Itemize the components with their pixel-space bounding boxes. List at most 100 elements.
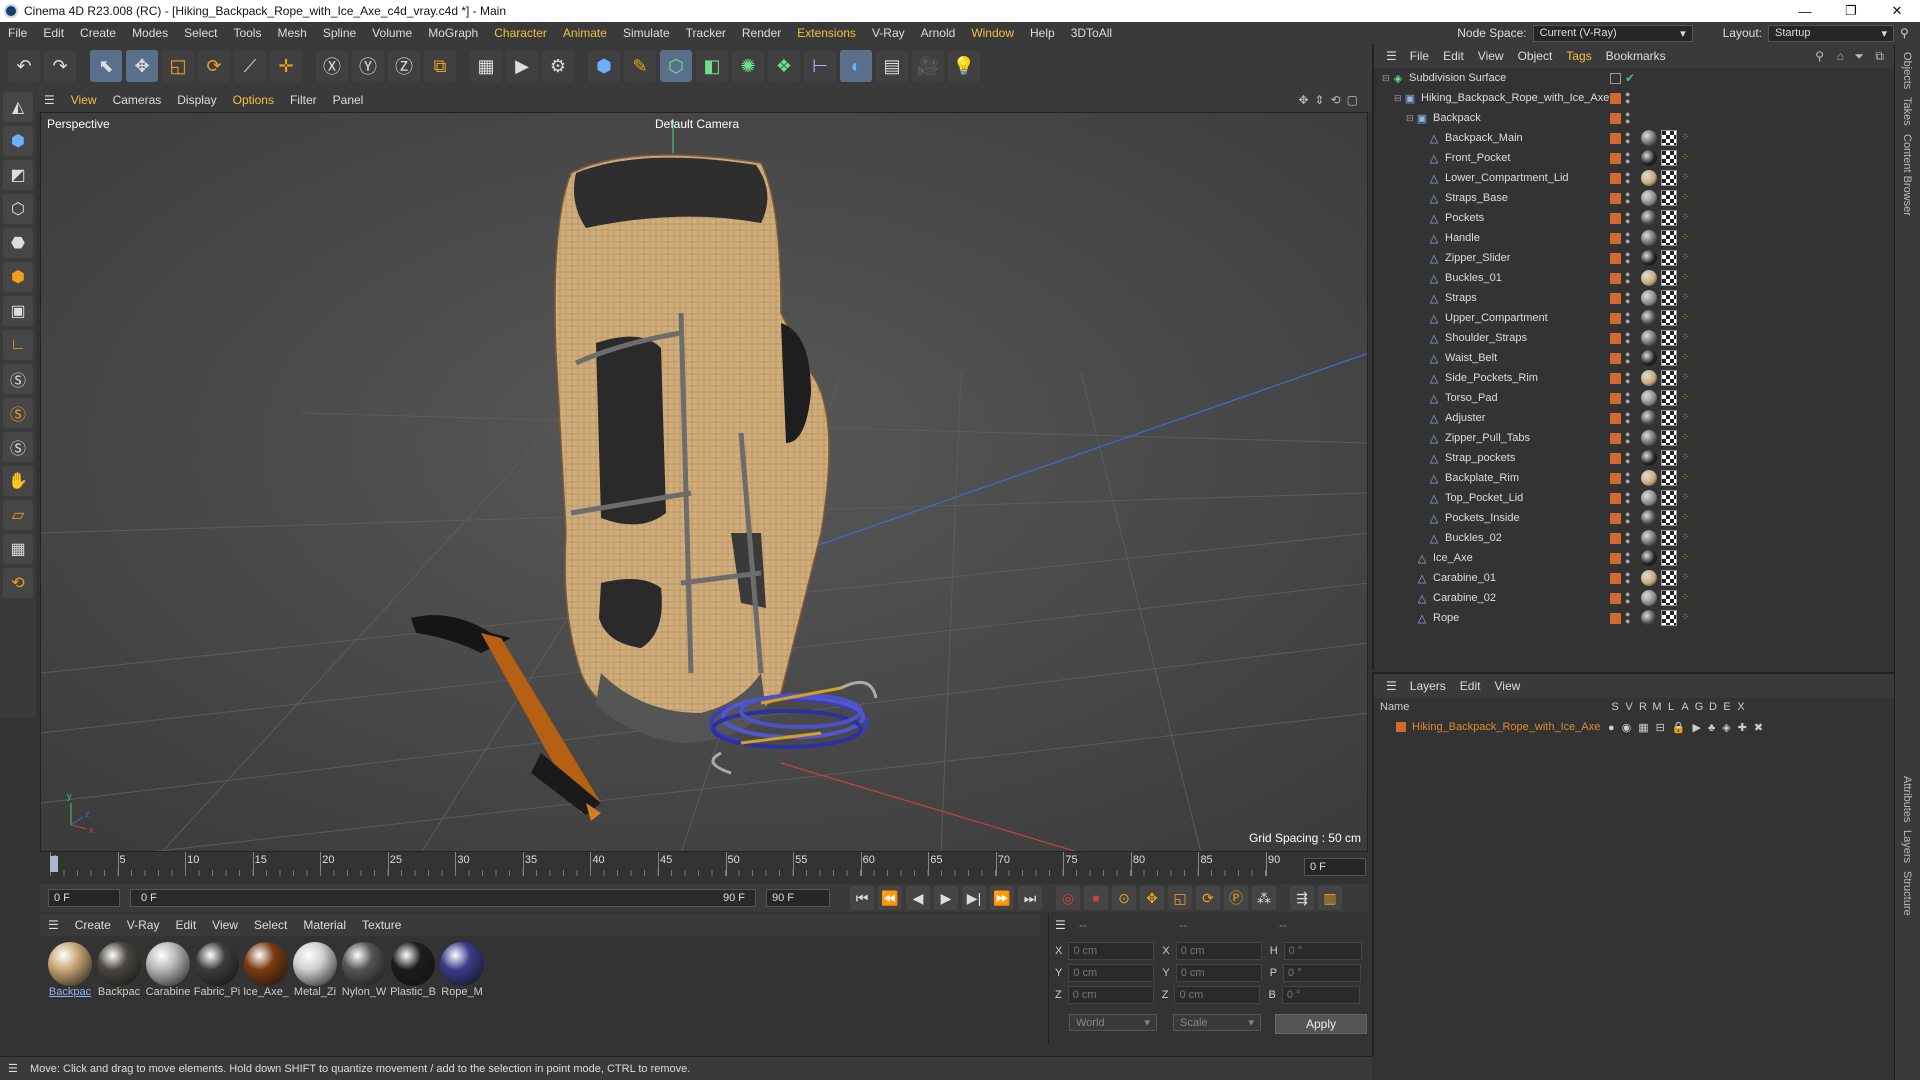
om-menu-view[interactable]: View [1471,49,1511,63]
texture-mode-icon[interactable]: ◩ [3,160,33,190]
material-swatch[interactable]: Fabric_Pi [193,942,241,1004]
material-swatch[interactable]: Backpac [95,942,143,1004]
layer-color-icon[interactable] [1610,492,1621,504]
object-name[interactable]: Shoulder_Straps [1445,332,1527,344]
close-button[interactable]: ✕ [1874,0,1920,22]
layer-color-icon[interactable] [1610,532,1621,544]
object-name[interactable]: Backpack_Main [1445,132,1523,144]
material-swatch[interactable]: Ice_Axe_ [242,942,290,1004]
object-row[interactable]: △ Strap_pockets ● ● ⁘ [1374,448,1894,468]
vray-tag-icon[interactable]: ⁘ [1681,472,1693,484]
vray-tag-icon[interactable]: ⁘ [1681,532,1693,544]
vray-tag-icon[interactable]: ⁘ [1681,592,1693,604]
om-search-icon[interactable]: ⚲ [1815,49,1824,63]
go-to-start-icon[interactable]: ⏮ [850,886,874,910]
viewport-navigation-icons[interactable]: ✥⇕⟲▢ [1298,93,1364,107]
vp-menu-panel[interactable]: Panel [325,93,372,107]
uvw-tag-icon[interactable] [1661,610,1677,626]
rotate-tool-icon[interactable]: ⟳ [198,50,230,82]
om-menu-tags[interactable]: Tags [1559,49,1598,63]
layer-color-icon[interactable] [1610,432,1621,444]
layer-flag-header[interactable]: M [1650,701,1664,713]
minimize-button[interactable]: — [1782,0,1828,22]
vray-tag-icon[interactable]: ⁘ [1681,552,1693,564]
side-tab[interactable]: Takes [1901,97,1913,126]
object-name[interactable]: Torso_Pad [1445,392,1498,404]
layer-flag-header[interactable]: G [1692,701,1706,713]
material-tag-icon[interactable] [1641,450,1657,466]
material-tag-icon[interactable] [1641,410,1657,426]
floor-icon[interactable]: ▤ [876,50,908,82]
cloner-icon[interactable]: ◧ [696,50,728,82]
material-tag-icon[interactable] [1641,310,1657,326]
play-icon[interactable]: ▶ [934,886,958,910]
hamburger-menu-icon[interactable]: ☰ [40,918,67,932]
menu-edit[interactable]: Edit [35,26,72,40]
mat-menu-vray[interactable]: V-Ray [119,918,168,932]
menu-tracker[interactable]: Tracker [678,26,734,40]
object-row[interactable]: △ Zipper_Slider ● ● ⁘ [1374,248,1894,268]
visibility-dots-icon[interactable]: ● ● [1625,370,1633,386]
layer-color-icon[interactable] [1610,172,1621,184]
object-row[interactable]: ⊟ ▣ Backpack ● ● [1374,108,1894,128]
pos-z-field[interactable]: 0 cm [1067,986,1154,1004]
spline-pen-icon[interactable]: ✎ [624,50,656,82]
object-name[interactable]: Top_Pocket_Lid [1445,492,1523,504]
visibility-dots-icon[interactable]: ● ● [1625,590,1633,606]
layer-flag-header[interactable]: A [1678,701,1692,713]
coord-mode-dropdown[interactable]: Scale ▾ [1173,1014,1261,1031]
object-name[interactable]: Adjuster [1445,412,1485,424]
menu-window[interactable]: Window [963,26,1022,40]
layer-color-icon[interactable] [1610,352,1621,364]
uvw-tag-icon[interactable] [1661,490,1677,506]
side-tab[interactable]: Content Browser [1901,134,1913,216]
undo-icon[interactable]: ↶ [8,50,40,82]
pos-y-field[interactable]: 0 cm [1068,964,1155,982]
object-row[interactable]: ⊟ ◈ Subdivision Surface ✔ [1374,68,1894,88]
3d-viewport[interactable]: y x z Perspective Default Camera Grid Sp… [40,112,1368,852]
uvw-tag-icon[interactable] [1661,410,1677,426]
timeline-playhead[interactable] [50,856,58,872]
mat-menu-select[interactable]: Select [246,918,295,932]
scale-tool-icon[interactable]: ◱ [162,50,194,82]
vp-menu-cameras[interactable]: Cameras [105,93,170,107]
record-active-objects-icon[interactable]: ◎ [1056,886,1080,910]
layer-color-icon[interactable] [1610,312,1621,324]
visibility-dots-icon[interactable]: ● ● [1625,350,1633,366]
material-tag-icon[interactable] [1641,170,1657,186]
visibility-dots-icon[interactable]: ● ● [1625,190,1633,206]
uvw-tag-icon[interactable] [1661,250,1677,266]
object-name[interactable]: Backpack [1433,112,1481,124]
menu-vray[interactable]: V-Ray [864,26,913,40]
object-name[interactable]: Backplate_Rim [1445,472,1519,484]
select-tool-icon[interactable]: ⬉ [90,50,122,82]
layer-flag-header[interactable]: V [1622,701,1636,713]
om-menu-bookmarks[interactable]: Bookmarks [1599,49,1673,63]
om-home-icon[interactable]: ⌂ [1837,49,1844,63]
object-row[interactable]: △ Waist_Belt ● ● ⁘ [1374,348,1894,368]
timeline-ruler[interactable]: 051015202530354045505560657075808590 0 F [40,852,1368,882]
layer-color-icon[interactable] [1610,512,1621,524]
viewport-camera-label[interactable]: Default Camera [655,117,739,131]
hamburger-menu-icon[interactable]: ☰ [8,1062,18,1075]
visibility-dots-icon[interactable]: ● ● [1625,150,1633,166]
uvw-tag-icon[interactable] [1661,190,1677,206]
key-parameter-icon[interactable]: Ⓟ [1224,886,1248,910]
material-tag-icon[interactable] [1641,530,1657,546]
material-tag-icon[interactable] [1641,130,1657,146]
go-to-end-icon[interactable]: ⏭ [1018,886,1042,910]
menu-mograph[interactable]: MoGraph [420,26,486,40]
snap-settings-icon[interactable]: Ⓢ [3,398,33,428]
visibility-dots-icon[interactable]: ● ● [1625,170,1633,186]
redo-icon[interactable]: ↷ [44,50,76,82]
uvw-tag-icon[interactable] [1661,130,1677,146]
menu-tools[interactable]: Tools [225,26,269,40]
layer-color-icon[interactable] [1610,412,1621,424]
layer-flag-header[interactable]: L [1664,701,1678,713]
menu-simulate[interactable]: Simulate [615,26,678,40]
material-tag-icon[interactable] [1641,250,1657,266]
rot-b-field[interactable]: 0 ° [1281,986,1360,1004]
visibility-dots-icon[interactable]: ● ● [1625,470,1633,486]
visibility-dots-icon[interactable]: ● ● [1625,230,1633,246]
menu-volume[interactable]: Volume [364,26,420,40]
